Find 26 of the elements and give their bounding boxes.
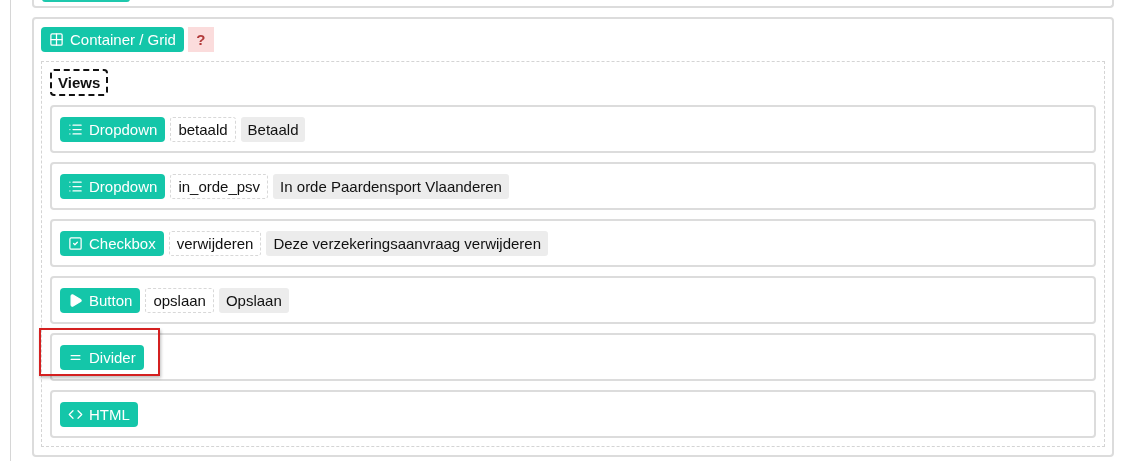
type-badge: Checkbox	[60, 230, 164, 256]
list-icon	[68, 121, 83, 137]
help-badge[interactable]: ?	[187, 27, 214, 52]
field-label: Betaald	[240, 116, 306, 142]
field-label: Opslaan	[218, 287, 289, 313]
type-badge: HTML	[60, 401, 138, 427]
field-row[interactable]: Dropdown betaald Betaald	[50, 105, 1096, 153]
field-label: In orde Paardensport Vlaanderen	[273, 173, 509, 199]
type-badge: Divider	[60, 344, 144, 370]
field-row[interactable]: Button opslaan Opslaan	[50, 276, 1096, 324]
type-badge: Container / Grid	[41, 27, 184, 52]
field-row[interactable]: Checkbox verwijderen Deze verzekeringsaanvraag verwijderen	[50, 219, 1096, 267]
section-label: Views	[50, 69, 109, 96]
checkbox-icon	[68, 235, 83, 251]
field-label: Deze verzekeringsaanvraag verwijderen	[266, 230, 549, 256]
field-key: verwijderen	[168, 230, 262, 256]
field-row[interactable]: Dropdown in_orde_psv In orde Paardensport Vlaanderen	[50, 162, 1096, 210]
grid-icon	[49, 32, 64, 47]
type-badge: Dropdown	[60, 116, 166, 142]
list-icon	[68, 178, 83, 194]
type-badge: Button	[60, 287, 141, 313]
field-key: in_orde_psv	[170, 173, 269, 199]
field-key: betaald	[170, 116, 236, 142]
type-badge: Dropdown	[60, 173, 166, 199]
play-icon	[68, 292, 83, 308]
field-key: opslaan	[145, 287, 214, 313]
